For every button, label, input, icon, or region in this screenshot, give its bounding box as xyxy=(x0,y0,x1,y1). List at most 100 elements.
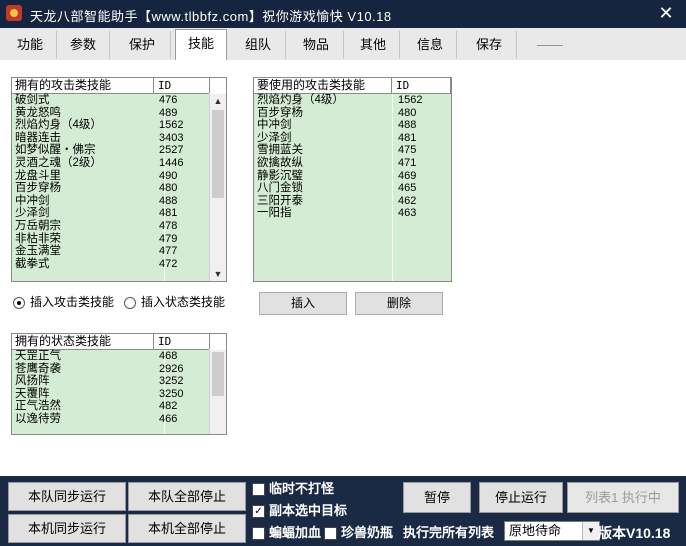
tab-items[interactable]: 物品 xyxy=(289,31,344,59)
tab-function[interactable]: 功能 xyxy=(4,31,57,59)
skill-name: 少泽剑 xyxy=(15,207,50,220)
instance-select-target-checkbox[interactable]: ✓ 副本选中目标 xyxy=(252,500,347,519)
radio-button[interactable] xyxy=(13,296,25,309)
list-item[interactable]: 黄龙怒鸣 489 xyxy=(12,107,209,120)
owned-attack-skill-list[interactable]: 拥有的攻击类技能 ID 破剑式 476 黄龙怒鸣 489 烈焰灼身（4级） 1562 暗器连… xyxy=(11,77,227,282)
list-item[interactable]: 苍鹰奇袭 2926 xyxy=(12,363,209,376)
window-title: 天龙八部智能助手【www.tlbbfz.com】祝你游戏愉快 V10.18 xyxy=(30,9,392,24)
after-all-lists-label: 执行完所有列表 xyxy=(403,525,495,540)
list-item[interactable]: 一阳指 463 xyxy=(254,207,451,220)
skill-name: 非枯非荣 xyxy=(15,232,61,245)
use-attack-skill-list[interactable]: 要使用的攻击类技能 ID 烈焰灼身（4级） 1562 百步穿杨 480 中冲剑 488 少泽… xyxy=(253,77,452,282)
tab-save[interactable]: 保存 xyxy=(462,31,517,59)
column-header-name[interactable]: 要使用的攻击类技能 xyxy=(254,78,392,93)
list-item[interactable]: 天覆阵 3250 xyxy=(12,388,209,401)
list-item[interactable]: 烈焰灼身（4级） 1562 xyxy=(12,119,209,132)
scrollbar[interactable]: ▲ ▼ xyxy=(209,94,226,281)
skill-id: 471 xyxy=(398,156,417,169)
list-running-button[interactable]: 列表1 执行中 xyxy=(567,482,679,513)
list-item[interactable]: 三阳开泰 462 xyxy=(254,195,451,208)
insert-button[interactable]: 插入 xyxy=(259,292,347,315)
list-item[interactable]: 八门金锁 465 xyxy=(254,182,451,195)
delete-button[interactable]: 删除 xyxy=(355,292,443,315)
list-item[interactable]: 中冲剑 488 xyxy=(254,119,451,132)
list-item[interactable]: 欲擒故纵 471 xyxy=(254,157,451,170)
skill-id: 481 xyxy=(398,131,417,144)
team-all-stop-button[interactable]: 本队全部停止 xyxy=(128,482,246,511)
column-header-name[interactable]: 拥有的状态类技能 xyxy=(12,334,154,349)
after-lists-action-select[interactable]: 原地待命 ▼ xyxy=(504,521,600,541)
scroll-up-icon[interactable]: ▲ xyxy=(210,94,226,108)
list-item[interactable]: 中冲剑 488 xyxy=(12,195,209,208)
tab-params[interactable]: 参数 xyxy=(57,31,110,59)
scroll-thumb[interactable] xyxy=(212,352,224,396)
bat-heal-checkbox[interactable]: 蝙蝠加血 xyxy=(252,522,321,541)
skill-name: 静影沉璧 xyxy=(257,169,303,182)
skill-id: 468 xyxy=(159,350,178,362)
list-item[interactable]: 金玉满堂 477 xyxy=(12,245,209,258)
stop-run-button[interactable]: 停止运行 xyxy=(479,482,563,513)
local-sync-run-button[interactable]: 本机同步运行 xyxy=(8,514,126,543)
skill-name: 雪拥蓝关 xyxy=(257,144,303,157)
team-sync-run-button[interactable]: 本队同步运行 xyxy=(8,482,126,511)
checkbox-box[interactable] xyxy=(252,527,265,541)
list-item[interactable]: 万岳朝宗 478 xyxy=(12,220,209,233)
chevron-down-icon[interactable]: ▼ xyxy=(582,522,599,540)
list-item[interactable]: 灵酒之魂（2级） 1446 xyxy=(12,157,209,170)
skill-name: 烈焰灼身（4级） xyxy=(257,94,344,106)
list-item[interactable]: 百步穿杨 480 xyxy=(254,107,451,120)
temp-no-fight-checkbox[interactable]: 临时不打怪 xyxy=(252,478,334,497)
tab-other[interactable]: 其他 xyxy=(347,31,400,59)
list-item[interactable]: 天罡正气 468 xyxy=(12,350,209,363)
list-item[interactable]: 正气浩然 482 xyxy=(12,400,209,413)
radio-button[interactable] xyxy=(124,296,136,309)
checkbox-box[interactable] xyxy=(324,527,337,541)
radio-insert-attack[interactable]: 插入攻击类技能 xyxy=(13,293,114,310)
column-header-id[interactable]: ID xyxy=(154,334,210,349)
skill-name: 中冲剑 xyxy=(257,119,292,132)
column-header-id[interactable]: ID xyxy=(154,78,210,93)
list-item[interactable]: 如梦似醒・佛宗 2527 xyxy=(12,144,209,157)
skill-name: 万岳朝宗 xyxy=(15,219,61,232)
scroll-thumb[interactable] xyxy=(212,110,224,198)
list-item[interactable]: 截拳式 472 xyxy=(12,258,209,271)
skill-id: 462 xyxy=(398,194,417,207)
owned-status-skill-list[interactable]: 拥有的状态类技能 ID 天罡正气 468 苍鹰奇袭 2926 风扬阵 3252 天覆阵 325… xyxy=(11,333,227,435)
pause-button[interactable]: 暂停 xyxy=(403,482,471,513)
checkbox-box[interactable] xyxy=(252,483,265,497)
list-item[interactable]: 少泽剑 481 xyxy=(12,207,209,220)
tab-team[interactable]: 组队 xyxy=(231,31,286,59)
pet-milk-checkbox[interactable]: 珍兽奶瓶 xyxy=(324,522,393,541)
list-item[interactable]: 百步穿杨 480 xyxy=(12,182,209,195)
check-mark-icon[interactable]: ✓ xyxy=(252,505,265,519)
skill-name: 正气浩然 xyxy=(15,400,61,413)
column-header-id[interactable]: ID xyxy=(392,78,451,93)
column-header-name[interactable]: 拥有的攻击类技能 xyxy=(12,78,154,93)
list-item[interactable]: 龙盘斗里 490 xyxy=(12,170,209,183)
list-item[interactable]: 少泽剑 481 xyxy=(254,132,451,145)
skill-name: 百步穿杨 xyxy=(15,182,61,195)
list-item[interactable]: 雪拥蓝关 475 xyxy=(254,144,451,157)
tab-skills[interactable]: 技能 xyxy=(175,29,227,61)
skill-id: 489 xyxy=(159,106,178,119)
list-item[interactable]: 静影沉璧 469 xyxy=(254,170,451,183)
scroll-down-icon[interactable]: ▼ xyxy=(210,267,226,281)
tab-more[interactable]: —— xyxy=(521,31,579,59)
list-item[interactable]: 烈焰灼身（4级） 1562 xyxy=(254,94,451,107)
list-item[interactable]: 非枯非荣 479 xyxy=(12,233,209,246)
skill-id: 472 xyxy=(159,257,178,270)
close-icon[interactable]: ✕ xyxy=(656,3,676,23)
list-item[interactable]: 以逸待劳 466 xyxy=(12,413,209,426)
list-item[interactable]: 风扬阵 3252 xyxy=(12,375,209,388)
local-all-stop-button[interactable]: 本机全部停止 xyxy=(128,514,246,543)
tab-info[interactable]: 信息 xyxy=(404,31,457,59)
radio-label: 插入状态类技能 xyxy=(141,295,226,309)
scrollbar[interactable] xyxy=(209,350,226,434)
skill-id: 475 xyxy=(398,144,417,157)
skill-id: 477 xyxy=(159,245,178,258)
list-item[interactable]: 破剑式 476 xyxy=(12,94,209,107)
skill-name: 黄龙怒鸣 xyxy=(15,106,61,119)
list-item[interactable]: 暗器连击 3403 xyxy=(12,132,209,145)
radio-insert-status[interactable]: 插入状态类技能 xyxy=(124,293,225,310)
tab-protect[interactable]: 保护 xyxy=(114,31,171,59)
